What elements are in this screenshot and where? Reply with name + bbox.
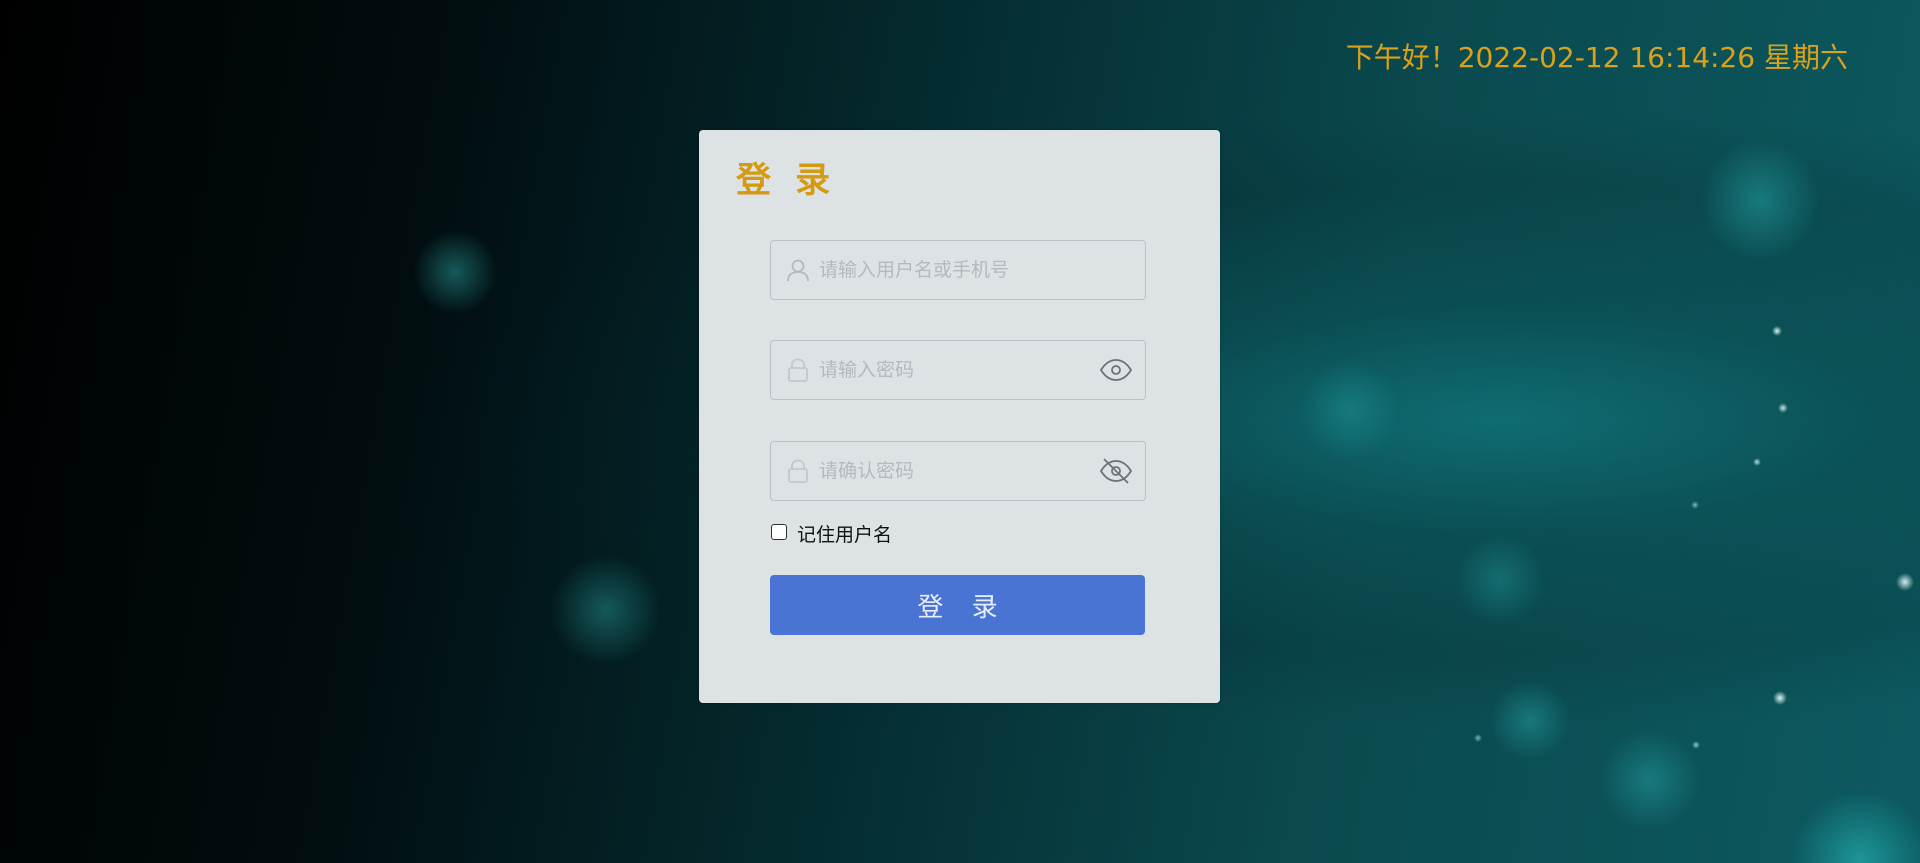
username-field[interactable] [770,240,1146,300]
lock-icon [785,357,811,383]
username-input[interactable] [819,241,1079,299]
confirm-password-field[interactable] [770,441,1146,501]
login-button[interactable]: 登 录 [770,575,1145,635]
password-input[interactable] [819,341,1079,399]
eye-icon[interactable] [1099,355,1133,385]
eye-off-icon[interactable] [1099,456,1133,486]
login-title: 登 录 [736,161,837,201]
remember-checkbox[interactable] [771,523,787,540]
confirm-password-input[interactable] [819,442,1079,500]
lock-icon [785,458,811,484]
login-panel: 登 录 请输入用户名或手机号 记住用户名 登 录 [699,130,1220,703]
user-icon [785,257,811,283]
password-field[interactable] [770,340,1146,400]
remember-label: 记住用户名 [797,524,893,546]
greeting-datetime: 下午好！2022-02-12 16:14:26 星期六 [1345,41,1848,74]
remember-username[interactable]: 记住用户名 [771,518,893,546]
